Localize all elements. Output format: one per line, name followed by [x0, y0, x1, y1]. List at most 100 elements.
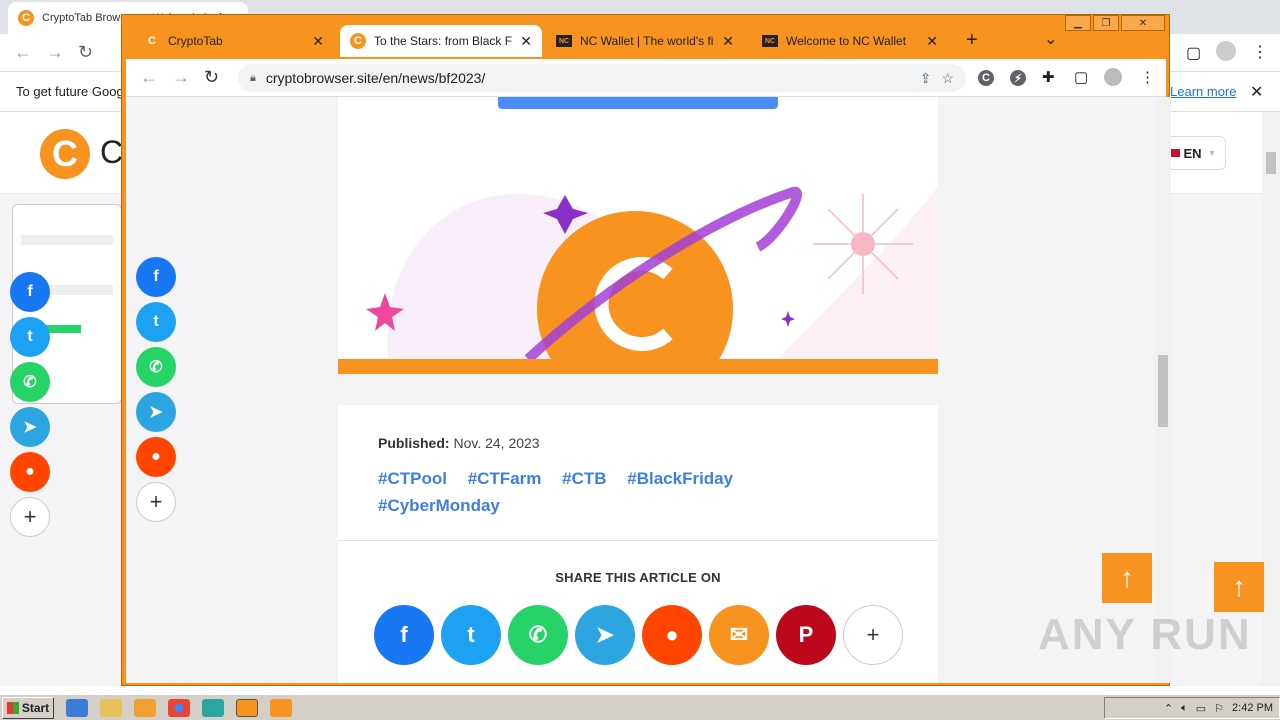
telegram-icon[interactable]: ➤ — [136, 392, 176, 432]
more-icon[interactable]: + — [10, 497, 50, 537]
background-scroll-top-button[interactable]: ↑ — [1214, 562, 1264, 612]
tab-title: To the Stars: from Black Friday — [374, 34, 513, 48]
cryptotab-extension-icon[interactable]: C — [978, 70, 994, 86]
cryptotab-icon: C — [144, 33, 160, 49]
floating-share-column: f t ✆ ➤ ● + — [136, 257, 176, 522]
tray-arrow-icon[interactable]: ⌃ — [1164, 702, 1173, 715]
back-icon[interactable]: ← — [140, 67, 158, 88]
pinterest-icon[interactable]: P — [776, 605, 836, 665]
start-label: Start — [21, 700, 50, 715]
tab-title: Welcome to NC Wallet — [786, 34, 907, 48]
tab-cryptotab[interactable]: C CryptoTab ✕ — [134, 25, 334, 57]
menu-icon[interactable]: ⋮ — [1140, 68, 1155, 86]
profile-icon[interactable] — [1216, 41, 1236, 61]
tag-list: #CTPool #CTFarm #CTB #BlackFriday #Cyber… — [378, 465, 808, 519]
share-page-icon[interactable]: ⇪ — [920, 70, 932, 87]
reload-icon[interactable]: ↻ — [204, 67, 219, 88]
profile-icon[interactable] — [1104, 68, 1122, 86]
clock[interactable]: 2:42 PM — [1232, 702, 1273, 714]
cryptotab-taskbar-icon-2[interactable] — [270, 698, 292, 717]
close-tab-icon[interactable]: ✕ — [520, 33, 532, 50]
facebook-icon[interactable]: f — [136, 257, 176, 297]
ie-icon[interactable] — [66, 698, 88, 717]
media-player-icon[interactable] — [134, 698, 156, 717]
site-name: C — [100, 134, 124, 170]
forward-icon[interactable]: → — [46, 42, 64, 63]
article-meta-card: Published: Nov. 24, 2023 #CTPool #CTFarm… — [338, 405, 938, 683]
taskbar: Start ⌃ 🔈︎ ▭ ⚐ 2:42 PM — [0, 694, 1280, 720]
whatsapp-icon[interactable]: ✆ — [508, 605, 568, 665]
tab-title: NC Wallet | The world's first c — [580, 34, 714, 48]
reddit-icon[interactable]: ● — [10, 452, 50, 492]
facebook-icon[interactable]: f — [10, 272, 50, 312]
menu-icon[interactable]: ⋮ — [1252, 42, 1268, 62]
reddit-icon[interactable]: ● — [136, 437, 176, 477]
tag-link[interactable]: #CyberMonday — [378, 496, 500, 515]
extensions-icon[interactable]: ✚ — [1042, 68, 1055, 86]
start-button[interactable]: Start — [2, 696, 54, 719]
tab-search-button[interactable]: ⌄ — [1044, 29, 1057, 49]
divider — [338, 540, 938, 541]
more-icon[interactable]: + — [843, 605, 903, 665]
toolbar: ← → ↻ 🔒︎ cryptobrowser.site/en/news/bf20… — [126, 59, 1166, 97]
forward-icon[interactable]: → — [172, 67, 190, 88]
twitter-icon[interactable]: t — [10, 317, 50, 357]
new-tab-button[interactable]: + — [966, 29, 978, 52]
tag-link[interactable]: #CTB — [562, 469, 606, 488]
more-icon[interactable]: + — [136, 482, 176, 522]
tab-welcome-nc-wallet[interactable]: NC Welcome to NC Wallet ✕ — [752, 25, 948, 57]
lock-icon[interactable]: 🔒︎ — [250, 72, 256, 85]
twitter-icon[interactable]: t — [441, 605, 501, 665]
telegram-icon[interactable]: ➤ — [10, 407, 50, 447]
tag-link[interactable]: #CTPool — [378, 469, 447, 488]
planet-illustration — [366, 186, 938, 374]
published-date: Nov. 24, 2023 — [453, 435, 540, 451]
whatsapp-icon[interactable]: ✆ — [136, 347, 176, 387]
sidepanel-icon[interactable]: ▢ — [1186, 43, 1201, 63]
network-icon[interactable]: ▭ — [1196, 702, 1206, 715]
infobar-close-icon[interactable]: ✕ — [1250, 82, 1263, 102]
facebook-icon[interactable]: f — [374, 605, 434, 665]
whatsapp-icon[interactable]: ✆ — [10, 362, 50, 402]
cryptotab-logo[interactable]: C — [40, 129, 90, 179]
explorer-icon[interactable] — [100, 698, 122, 717]
close-tab-icon[interactable]: ✕ — [722, 33, 734, 50]
background-scrollbar-thumb[interactable] — [1266, 152, 1276, 174]
edge-icon[interactable] — [202, 698, 224, 717]
reload-icon[interactable]: ↻ — [78, 42, 93, 63]
cryptotab-taskbar-icon[interactable] — [236, 698, 258, 717]
chevron-down-icon: ▼ — [1207, 148, 1217, 158]
url-text: cryptobrowser.site/en/news/bf2023/ — [265, 70, 486, 86]
email-icon[interactable]: ✉ — [709, 605, 769, 665]
browser-window: ▁ ❐ ✕ C CryptoTab ✕ C To the Stars: from… — [121, 14, 1171, 686]
page-scrollbar-thumb[interactable] — [1158, 355, 1168, 427]
reddit-icon[interactable]: ● — [642, 605, 702, 665]
sidepanel-icon[interactable]: ▢ — [1074, 68, 1088, 86]
background-scrollbar[interactable] — [1262, 112, 1280, 686]
close-tab-icon[interactable]: ✕ — [312, 33, 324, 50]
bookmark-star-icon[interactable]: ☆ — [941, 70, 954, 87]
tag-link[interactable]: #BlackFriday — [627, 469, 733, 488]
tag-link[interactable]: #CTFarm — [468, 469, 542, 488]
scroll-to-top-button[interactable]: ↑ — [1102, 553, 1152, 603]
tab-nc-wallet[interactable]: NC NC Wallet | The world's first c ✕ — [546, 25, 744, 57]
ncwallet-icon: NC — [762, 35, 778, 47]
twitter-icon[interactable]: t — [136, 302, 176, 342]
back-icon[interactable]: ← — [14, 42, 32, 63]
windows-logo-icon — [6, 701, 19, 714]
close-tab-icon[interactable]: ✕ — [926, 33, 938, 50]
lightning-extension-icon[interactable]: ⚡︎ — [1010, 70, 1026, 86]
telegram-icon[interactable]: ➤ — [575, 605, 635, 665]
anyrun-watermark: ANY RUN — [1038, 610, 1252, 659]
flag-icon[interactable]: ⚐ — [1214, 702, 1224, 715]
published-label: Published: — [378, 435, 450, 451]
learn-more-link[interactable]: Learn more — [1170, 84, 1236, 99]
chrome-icon[interactable] — [168, 698, 190, 717]
volume-icon[interactable]: 🔈︎ — [1181, 702, 1188, 715]
cryptotab-icon: C — [18, 10, 34, 26]
tab-to-the-stars[interactable]: C To the Stars: from Black Friday ✕ — [340, 25, 542, 57]
background-share-column: f t ✆ ➤ ● + — [10, 272, 50, 537]
hero-image — [338, 97, 938, 374]
address-bar[interactable]: 🔒︎ cryptobrowser.site/en/news/bf2023/ ⇪ … — [238, 64, 966, 92]
system-tray: ⌃ 🔈︎ ▭ ⚐ 2:42 PM — [1104, 697, 1280, 719]
